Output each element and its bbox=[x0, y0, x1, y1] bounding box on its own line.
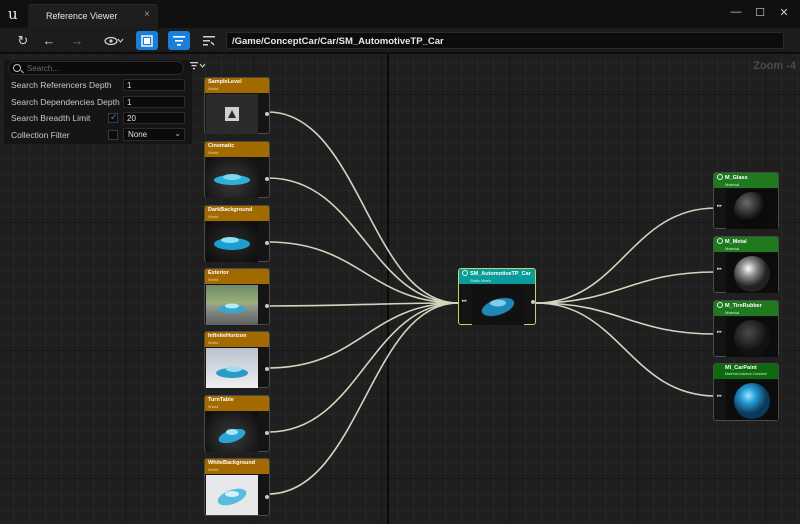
material-sphere-thumbnail bbox=[726, 253, 778, 293]
car-thumbnail bbox=[206, 412, 258, 452]
breadth-limit-input[interactable]: 20 bbox=[123, 112, 185, 124]
car-thumbnail bbox=[206, 348, 258, 388]
input-pin[interactable]: ▸▸ bbox=[717, 266, 722, 272]
referencer-node-samplelevel[interactable]: SampleLevel World bbox=[204, 77, 270, 134]
input-pin[interactable]: ▸▸ bbox=[717, 203, 722, 209]
search-icon bbox=[13, 64, 21, 72]
check-circle-icon bbox=[462, 270, 468, 276]
input-pin[interactable]: ▸▸ bbox=[717, 393, 722, 399]
forward-button[interactable]: → bbox=[66, 31, 88, 50]
dependencies-depth-label: Search Dependencies Depth bbox=[11, 97, 120, 107]
referencer-node-exterior[interactable]: Exterior World bbox=[204, 268, 270, 325]
referencers-depth-label: Search Referencers Depth bbox=[11, 80, 112, 90]
refresh-button[interactable]: ↻ bbox=[12, 31, 34, 50]
dependency-node-m-tirerubber[interactable]: M_TireRubber Material ▸▸ bbox=[713, 300, 779, 357]
chevron-down-icon: ⌄ bbox=[174, 129, 181, 138]
exterior-thumbnail bbox=[206, 285, 258, 325]
output-pin[interactable] bbox=[265, 241, 269, 245]
tab-reference-viewer[interactable]: Reference Viewer × bbox=[28, 4, 158, 28]
input-pin[interactable]: ▸▸ bbox=[462, 298, 467, 304]
referencer-node-turntable[interactable]: TurnTable World bbox=[204, 395, 270, 452]
view-options-button[interactable] bbox=[100, 31, 128, 50]
search-placeholder: Search... bbox=[27, 64, 60, 73]
show-thumbnails-toggle[interactable] bbox=[136, 31, 158, 50]
output-pin[interactable] bbox=[265, 112, 269, 116]
square-icon bbox=[141, 34, 153, 47]
dependency-node-mi-carpaint[interactable]: MI_CarPaint Material Instance Constant ▸▸ bbox=[713, 363, 779, 421]
close-window-button[interactable]: ✕ bbox=[776, 6, 792, 19]
referencer-node-whitebackground[interactable]: WhiteBackground World bbox=[204, 458, 270, 516]
referencer-node-darkbackground[interactable]: DarkBackground World bbox=[204, 205, 270, 262]
referencer-node-cinematic[interactable]: Cinematic World bbox=[204, 141, 270, 198]
collection-filter-select[interactable]: None ⌄ bbox=[123, 128, 185, 141]
dependency-node-m-metal[interactable]: M_Metal Material ▸▸ bbox=[713, 236, 779, 293]
toolbar: ↻ ← → /Game/ConceptCar/Car/SM_Automotive… bbox=[0, 28, 800, 53]
check-circle-icon bbox=[717, 302, 723, 308]
check-circle-icon bbox=[717, 238, 723, 244]
breadth-limit-checkbox[interactable] bbox=[108, 112, 118, 123]
filter-options-button[interactable] bbox=[198, 31, 220, 50]
filter-dropdown-button[interactable] bbox=[190, 61, 206, 74]
filter-icon bbox=[173, 35, 185, 46]
collection-filter-checkbox[interactable] bbox=[108, 130, 118, 140]
output-pin[interactable] bbox=[265, 495, 269, 499]
material-sphere-thumbnail bbox=[726, 317, 778, 357]
check-circle-icon bbox=[717, 174, 723, 180]
car-thumbnail bbox=[206, 475, 258, 515]
collection-filter-label: Collection Filter bbox=[11, 130, 70, 140]
dependency-node-m-glass[interactable]: M_Glass Material ▸▸ bbox=[713, 172, 779, 229]
unreal-logo-icon: u bbox=[8, 5, 18, 23]
dependencies-depth-input[interactable]: 1 bbox=[123, 96, 185, 108]
car-thumbnail bbox=[206, 222, 258, 262]
level-icon bbox=[225, 107, 239, 121]
level-thumbnail bbox=[206, 94, 258, 134]
output-pin[interactable] bbox=[265, 431, 269, 435]
material-sphere-thumbnail bbox=[726, 189, 778, 229]
referencers-depth-input[interactable]: 1 bbox=[123, 79, 185, 91]
minimize-button[interactable]: — bbox=[728, 6, 744, 18]
tab-title: Reference Viewer bbox=[46, 11, 118, 21]
referencer-node-infinitehorizon[interactable]: InfiniteHorizon World bbox=[204, 331, 270, 388]
filter-chevron-icon bbox=[190, 62, 206, 70]
output-pin[interactable] bbox=[265, 177, 269, 181]
asset-path-field[interactable]: /Game/ConceptCar/Car/SM_AutomotiveTP_Car bbox=[226, 32, 784, 49]
input-pin[interactable]: ▸▸ bbox=[717, 329, 722, 335]
collection-filter-value: None bbox=[128, 130, 148, 139]
tab-close-icon[interactable]: × bbox=[144, 9, 150, 20]
car-thumbnail bbox=[206, 158, 258, 198]
search-input[interactable]: Search... bbox=[8, 61, 184, 75]
breadth-limit-label: Search Breadth Limit bbox=[11, 113, 91, 123]
filters-button[interactable] bbox=[168, 31, 190, 50]
output-pin[interactable] bbox=[531, 300, 535, 304]
eye-icon bbox=[104, 36, 124, 45]
title-bar: u Reference Viewer × — ☐ ✕ bbox=[0, 0, 800, 28]
material-sphere-thumbnail bbox=[726, 380, 778, 420]
center-node-sm-automotive[interactable]: SM_AutomotiveTP_Car Static Mesh ▸▸ bbox=[458, 268, 536, 325]
back-button[interactable]: ← bbox=[38, 31, 60, 50]
mesh-thumbnail bbox=[472, 285, 524, 325]
maximize-button[interactable]: ☐ bbox=[752, 6, 768, 19]
output-pin[interactable] bbox=[265, 304, 269, 308]
output-pin[interactable] bbox=[265, 367, 269, 371]
svg-text:u: u bbox=[8, 5, 18, 23]
filter-settings-icon bbox=[203, 35, 215, 45]
